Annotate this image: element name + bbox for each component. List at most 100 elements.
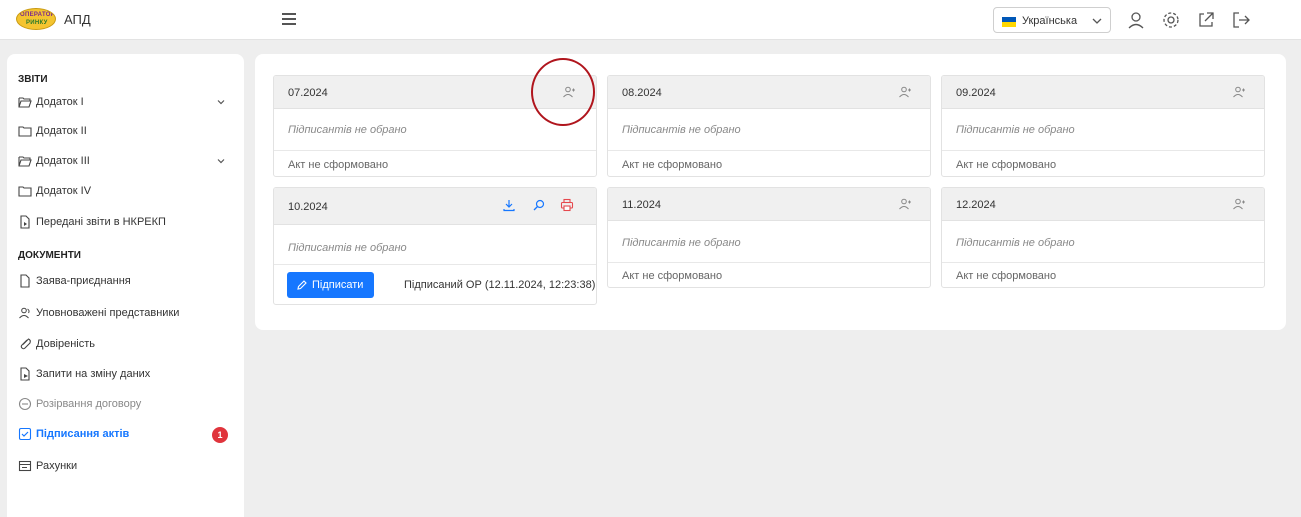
minus-circle-icon xyxy=(18,397,32,411)
act-status: Акт не сформовано xyxy=(622,159,723,171)
sidebar-item-label: Додаток IV xyxy=(36,185,92,197)
sidebar-item-label: Підписання актів xyxy=(36,428,130,440)
pencil-icon xyxy=(297,280,307,290)
sidebar-item-change-requests[interactable]: Запити на зміну даних xyxy=(18,363,233,387)
sidebar-item-label: Додаток II xyxy=(36,125,87,137)
card-header: 08.2024 xyxy=(608,76,930,109)
acts-panel: 07.2024 Підписантів не обрано Акт не сфо… xyxy=(255,54,1286,330)
sidebar-item-label: Уповноважені представники xyxy=(36,307,180,319)
act-status: Акт не сформовано xyxy=(622,270,723,282)
assign-signers-icon[interactable] xyxy=(898,85,912,99)
sidebar-item-label: Розірвання договору xyxy=(36,398,142,410)
sidebar: ЗВІТИ Додаток I Додаток II Додаток III Д… xyxy=(7,54,244,517)
act-card: 08.2024 Підписантів не обрано Акт не сфо… xyxy=(607,75,931,177)
sidebar-item-label: Додаток III xyxy=(36,155,90,167)
signers-text: Підписантів не обрано xyxy=(288,242,407,254)
file-edit-icon xyxy=(20,367,30,381)
folder-icon xyxy=(18,126,32,137)
sidebar-item-appendix-4[interactable]: Додаток IV xyxy=(18,180,233,204)
signers-text: Підписантів не обрано xyxy=(956,237,1075,249)
chevron-down-icon xyxy=(217,100,225,105)
chevron-down-icon xyxy=(217,159,225,164)
signed-status: Підписаний ОР (12.11.2024, 12:23:38) xyxy=(404,279,596,291)
folder-open-icon xyxy=(18,97,32,108)
settings-icon[interactable] xyxy=(1161,10,1181,30)
divider xyxy=(942,262,1264,263)
card-header: 11.2024 xyxy=(608,188,930,221)
sidebar-item-label: Рахунки xyxy=(36,460,78,472)
act-card: 10.2024 Підписантів не обрано Підписати … xyxy=(273,187,597,305)
search-icon[interactable] xyxy=(532,198,546,212)
user-icon[interactable] xyxy=(1126,10,1146,30)
file-send-icon xyxy=(20,215,30,229)
card-period: 10.2024 xyxy=(288,201,328,213)
assign-signers-icon[interactable] xyxy=(1232,85,1246,99)
file-icon xyxy=(20,274,30,288)
sign-button-label: Підписати xyxy=(312,279,364,291)
card-period: 12.2024 xyxy=(956,199,996,211)
language-label: Українська xyxy=(1022,15,1078,27)
top-bar: ОПЕРАТОР РИНКУ АПД Українська xyxy=(0,0,1301,40)
sidebar-item-representatives[interactable]: Уповноважені представники xyxy=(18,302,233,326)
folder-icon xyxy=(18,186,32,197)
folder-open-icon xyxy=(18,156,32,167)
act-status: Акт не сформовано xyxy=(288,159,389,171)
ukraine-flag-icon xyxy=(1002,17,1016,27)
notification-badge: 1 xyxy=(212,427,228,443)
card-header: 09.2024 xyxy=(942,76,1264,109)
sidebar-item-accession-application[interactable]: Заява-приєднання xyxy=(18,270,233,294)
card-period: 11.2024 xyxy=(622,199,661,211)
menu-icon[interactable] xyxy=(280,10,300,28)
sidebar-item-power-of-attorney[interactable]: Довіреність xyxy=(18,333,233,357)
assign-signers-icon[interactable] xyxy=(562,85,576,99)
sidebar-item-appendix-1[interactable]: Додаток I xyxy=(18,91,233,115)
app-title: АПД xyxy=(64,12,91,27)
checkbox-icon xyxy=(18,427,32,441)
sidebar-item-appendix-2[interactable]: Додаток II xyxy=(18,120,233,144)
signers-text: Підписантів не обрано xyxy=(956,124,1075,136)
paperclip-icon xyxy=(20,338,31,350)
users-icon xyxy=(19,307,30,319)
download-icon[interactable] xyxy=(502,198,516,212)
card-period: 08.2024 xyxy=(622,87,662,99)
act-card: 12.2024 Підписантів не обрано Акт не сфо… xyxy=(941,187,1265,288)
sidebar-item-label: Передані звіти в НКРЕКП xyxy=(36,216,166,228)
company-logo[interactable]: ОПЕРАТОР РИНКУ xyxy=(16,8,56,30)
divider xyxy=(942,150,1264,151)
card-period: 07.2024 xyxy=(288,87,328,99)
language-select[interactable]: Українська xyxy=(993,7,1111,33)
logout-icon[interactable] xyxy=(1231,10,1251,30)
sidebar-item-contract-termination[interactable]: Розірвання договору xyxy=(18,393,233,417)
act-status: Акт не сформовано xyxy=(956,270,1057,282)
act-card: 09.2024 Підписантів не обрано Акт не сфо… xyxy=(941,75,1265,177)
divider xyxy=(274,264,596,265)
sidebar-item-label: Запити на зміну даних xyxy=(36,368,151,380)
sidebar-item-submitted-reports[interactable]: Передані звіти в НКРЕКП xyxy=(18,211,233,235)
card-header: 12.2024 xyxy=(942,188,1264,221)
act-card: 07.2024 Підписантів не обрано Акт не сфо… xyxy=(273,75,597,177)
sidebar-item-sign-acts[interactable]: Підписання актів 1 xyxy=(18,423,233,447)
sidebar-item-label: Додаток I xyxy=(36,96,84,108)
sign-button[interactable]: Підписати xyxy=(287,272,374,298)
sidebar-item-label: Заява-приєднання xyxy=(36,275,131,287)
section-title-reports: ЗВІТИ xyxy=(18,74,48,85)
section-title-documents: ДОКУМЕНТИ xyxy=(18,250,81,261)
divider xyxy=(274,150,596,151)
assign-signers-icon[interactable] xyxy=(1232,197,1246,211)
signers-text: Підписантів не обрано xyxy=(288,124,407,136)
print-icon[interactable] xyxy=(560,198,574,212)
act-card: 11.2024 Підписантів не обрано Акт не сфо… xyxy=(607,187,931,288)
external-link-icon[interactable] xyxy=(1196,10,1216,30)
assign-signers-icon[interactable] xyxy=(898,197,912,211)
act-status: Акт не сформовано xyxy=(956,159,1057,171)
sidebar-item-appendix-3[interactable]: Додаток III xyxy=(18,150,233,174)
invoice-icon xyxy=(18,460,32,472)
card-header: 07.2024 xyxy=(274,76,596,109)
chevron-down-icon xyxy=(1092,18,1102,24)
signers-text: Підписантів не обрано xyxy=(622,237,741,249)
divider xyxy=(608,150,930,151)
card-period: 09.2024 xyxy=(956,87,996,99)
sidebar-item-label: Довіреність xyxy=(36,338,96,350)
divider xyxy=(608,262,930,263)
sidebar-item-invoices[interactable]: Рахунки xyxy=(18,455,233,479)
